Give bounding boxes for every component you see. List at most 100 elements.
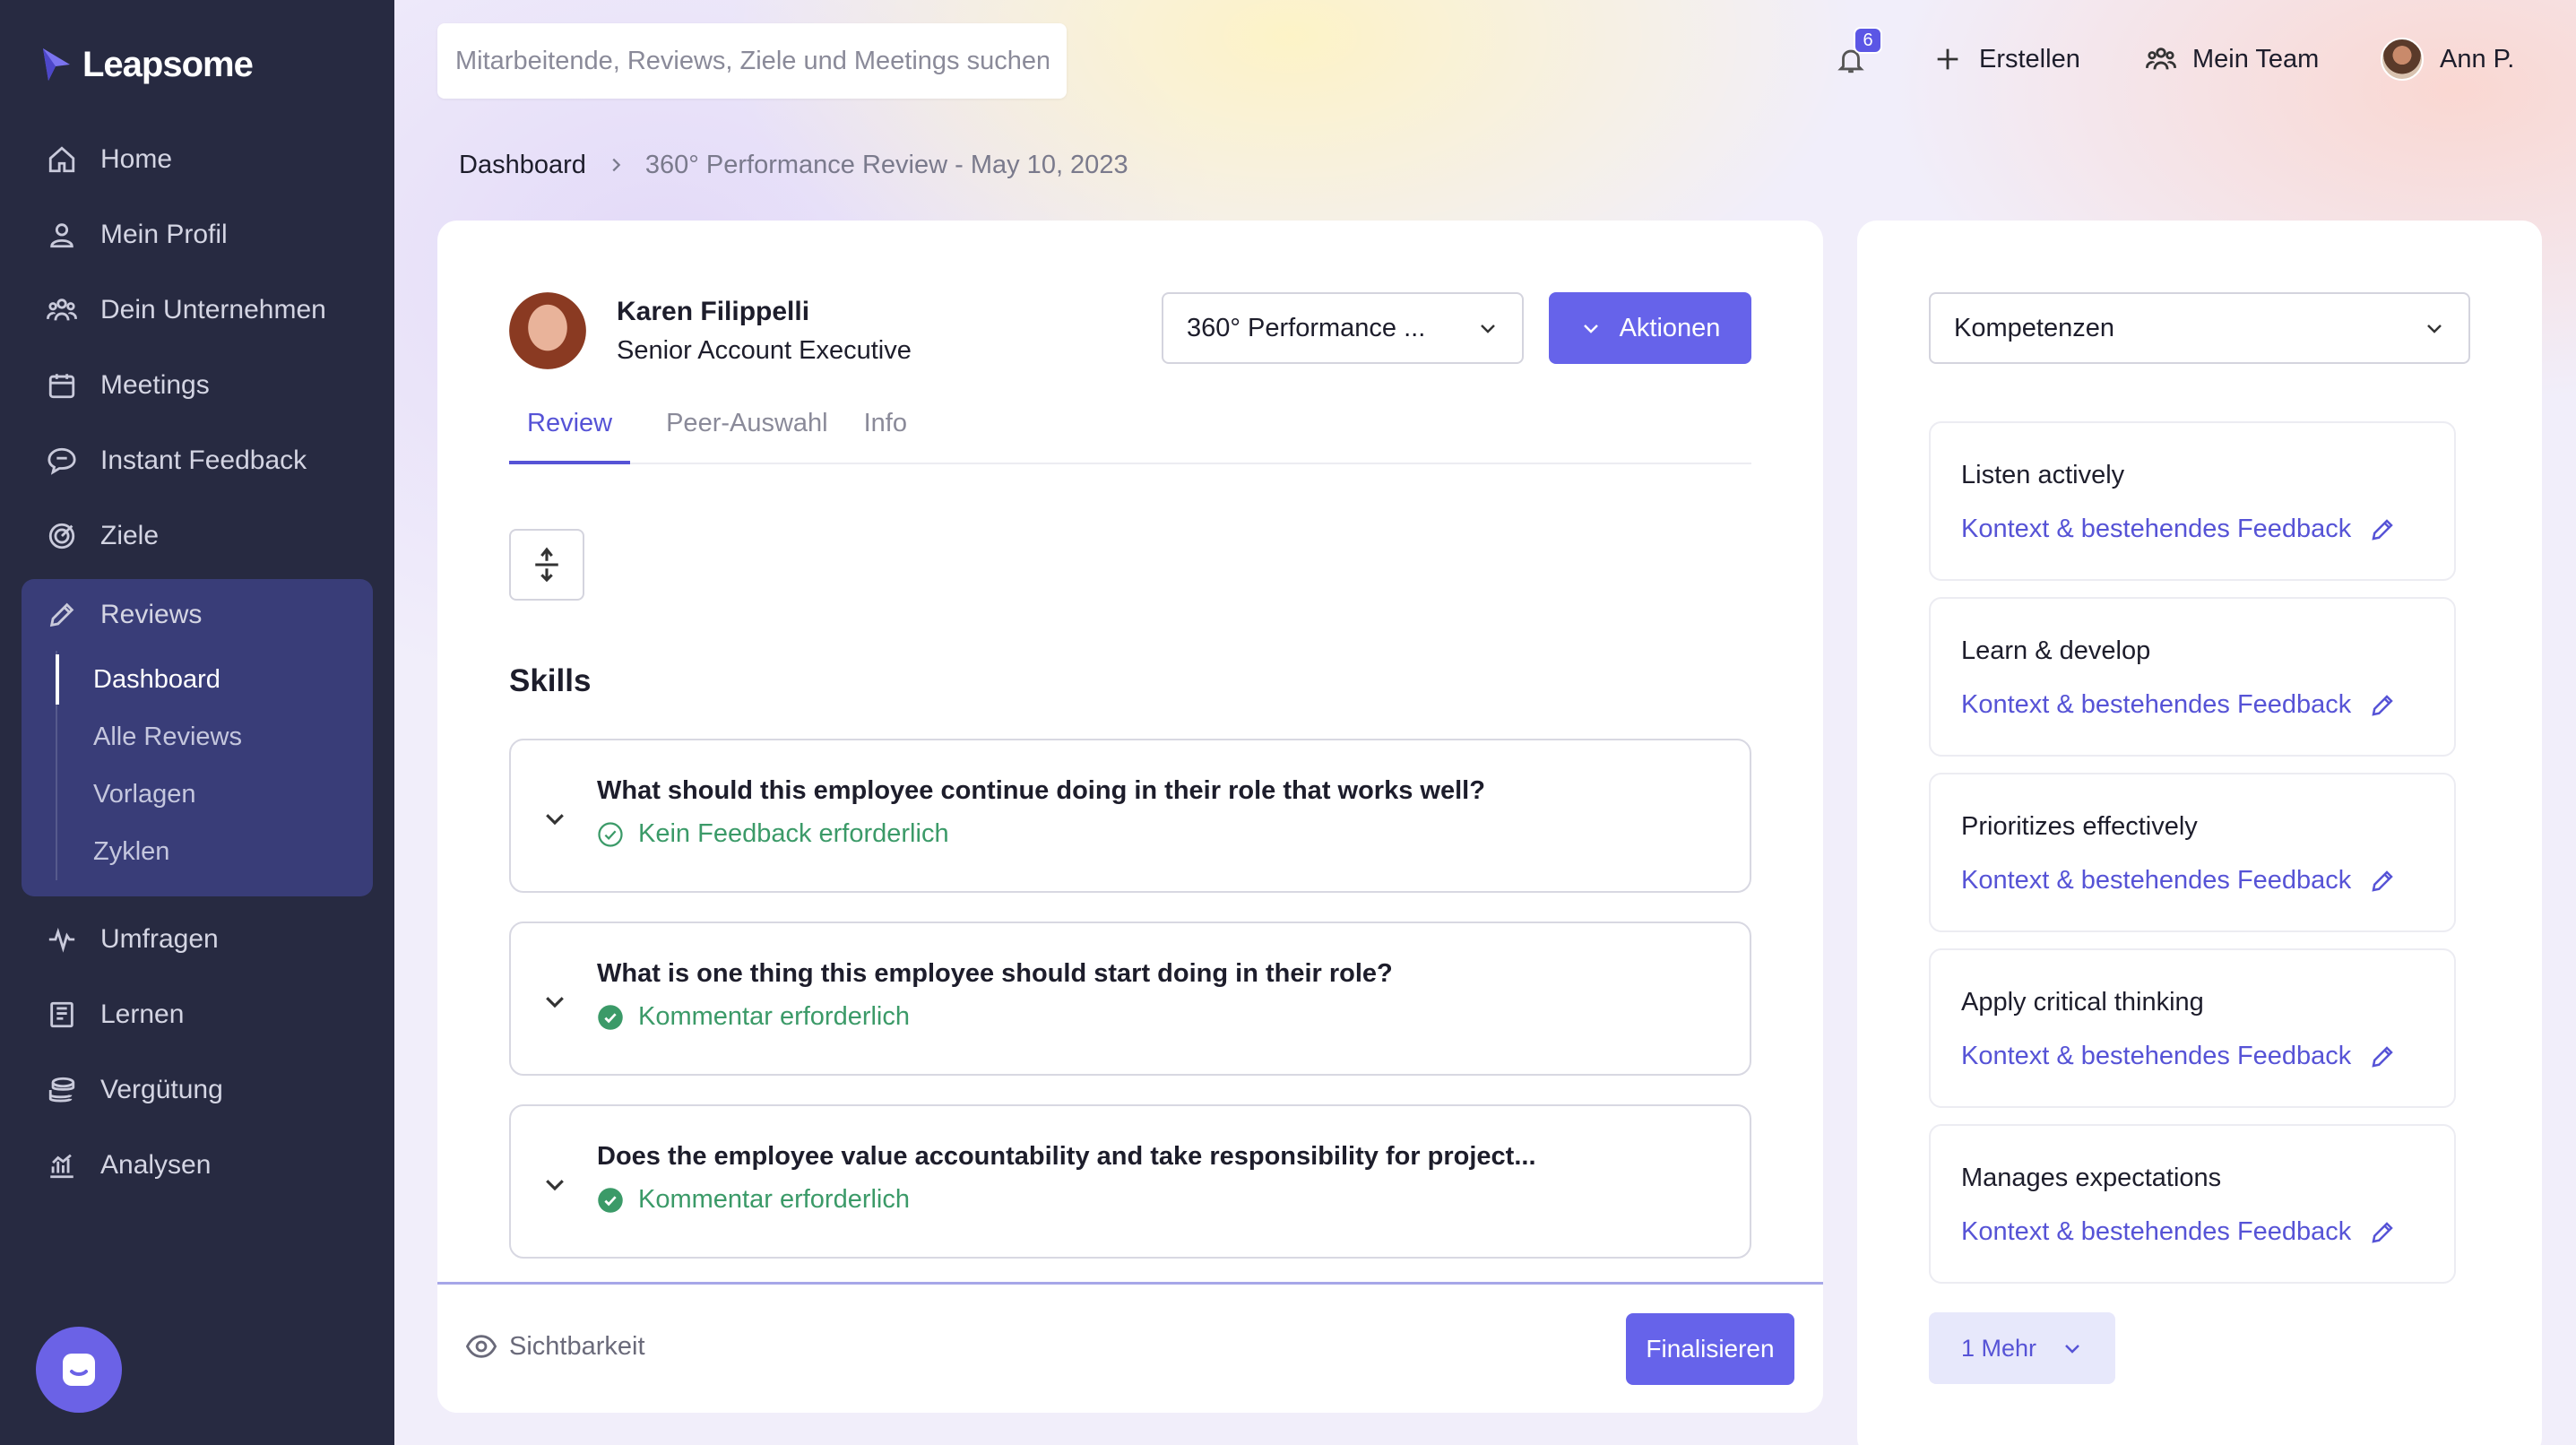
chevron-down-icon	[546, 997, 564, 1008]
competency-card: Prioritizes effectively Kontext & besteh…	[1929, 773, 2456, 932]
competency-context-link[interactable]: Kontext & bestehendes Feedback	[1961, 690, 2396, 720]
question-text: What is one thing this employee should s…	[597, 959, 1393, 988]
support-chat-button[interactable]	[36, 1327, 122, 1413]
chart-icon	[50, 1154, 73, 1179]
competency-card: Learn & develop Kontext & bestehendes Fe…	[1929, 597, 2456, 757]
home-icon	[48, 146, 75, 173]
nav-item-meetings[interactable]: Meetings	[22, 348, 373, 423]
nav-item-profile[interactable]: Mein Profil	[22, 197, 373, 273]
nav-item-label: Vergütung	[100, 1075, 223, 1104]
user-avatar	[2381, 38, 2424, 81]
expand-all-button[interactable]	[509, 529, 584, 601]
question-text: What should this employee continue doing…	[597, 776, 1485, 805]
competency-title: Listen actively	[1961, 461, 2125, 489]
user-name: Ann P.	[2440, 44, 2515, 74]
competency-link-label: Kontext & bestehendes Feedback	[1961, 866, 2352, 895]
show-more-button[interactable]: 1 Mehr	[1929, 1312, 2115, 1384]
tab-peer-selection[interactable]: Peer-Auswahl	[666, 405, 828, 464]
visibility-label: Sichtbarkeit	[509, 1331, 645, 1361]
reviews-subnav: Dashboard Alle Reviews Vorlagen Zyklen	[56, 651, 373, 880]
search-input[interactable]	[437, 23, 1067, 99]
tab-review[interactable]: Review	[509, 405, 631, 464]
nav-item-instant-feedback[interactable]: Instant Feedback	[22, 423, 373, 498]
chevron-down-icon	[1481, 324, 1495, 333]
user-icon	[50, 223, 73, 248]
reviewee-name: Karen Filippelli	[617, 296, 810, 326]
question-text: Does the employee value accountability a…	[597, 1142, 1536, 1171]
competencies-select[interactable]: Kompetenzen	[1929, 292, 2470, 364]
breadcrumb-current: 360° Performance Review - May 10, 2023	[644, 150, 1128, 179]
chat-icon	[48, 447, 76, 475]
my-team-button[interactable]: Mein Team	[2146, 36, 2319, 82]
question-status: Kommentar erforderlich	[597, 1002, 910, 1032]
competency-title: Apply critical thinking	[1961, 988, 2204, 1017]
brand-name: Leapsome	[82, 44, 254, 84]
chevron-down-icon	[1583, 324, 1598, 333]
review-footer: Sichtbarkeit Finalisieren	[437, 1282, 1823, 1413]
competency-context-link[interactable]: Kontext & bestehendes Feedback	[1961, 1217, 2396, 1247]
tab-info[interactable]: Info	[864, 405, 907, 464]
competency-title: Learn & develop	[1961, 636, 2151, 665]
finalize-button[interactable]: Finalisieren	[1626, 1313, 1794, 1385]
competency-link-label: Kontext & bestehendes Feedback	[1961, 1217, 2352, 1246]
reviewee-avatar	[509, 292, 586, 369]
competencies-panel: Kompetenzen Listen actively Kontext & be…	[1857, 221, 2542, 1445]
subnav-item-templates[interactable]: Vorlagen	[57, 766, 373, 823]
nav-item-home[interactable]: Home	[22, 122, 373, 197]
reviewee-role: Senior Account Executive	[617, 335, 912, 365]
reviewee: Karen Filippelli Senior Account Executiv…	[509, 292, 912, 369]
plus-icon	[1937, 48, 1958, 70]
brand-logo[interactable]: Leapsome	[39, 39, 254, 90]
nav-item-learning[interactable]: Lernen	[22, 977, 373, 1052]
create-label: Erstellen	[1979, 44, 2080, 74]
competency-context-link[interactable]: Kontext & bestehendes Feedback	[1961, 515, 2396, 544]
nav-item-goals[interactable]: Ziele	[22, 498, 373, 574]
visibility-button[interactable]: Sichtbarkeit	[466, 1331, 645, 1362]
notifications-button[interactable]: 6	[1836, 27, 1882, 79]
nav-item-label: Instant Feedback	[100, 446, 307, 475]
actions-button[interactable]: Aktionen	[1549, 292, 1751, 364]
nav-item-label: Dein Unternehmen	[100, 295, 326, 324]
nav-item-label: Lernen	[100, 999, 185, 1029]
pencil-icon	[2372, 870, 2394, 892]
nav-item-analytics[interactable]: Analysen	[22, 1128, 373, 1203]
competency-context-link[interactable]: Kontext & bestehendes Feedback	[1961, 866, 2396, 896]
section-title: Skills	[509, 663, 592, 698]
chevron-right-icon	[612, 158, 621, 172]
breadcrumb-dashboard[interactable]: Dashboard	[459, 151, 586, 180]
nav-item-label: Ziele	[100, 521, 160, 550]
nav-item-surveys[interactable]: Umfragen	[22, 902, 373, 977]
nav-item-company[interactable]: Dein Unternehmen	[22, 273, 373, 348]
review-tabs: Review Peer-Auswahl Info	[509, 405, 1751, 464]
pencil-icon	[2372, 1045, 2394, 1068]
pencil-icon	[2372, 694, 2394, 716]
competency-card: Apply critical thinking Kontext & besteh…	[1929, 948, 2456, 1108]
main-nav: Home Mein Profil Dein Unternehmen Meetin…	[22, 122, 373, 1203]
review-select[interactable]: 360° Performance ...	[1162, 292, 1524, 364]
nav-item-label: Home	[100, 144, 173, 174]
coins-icon	[48, 1077, 75, 1103]
pencil-icon	[2372, 1221, 2394, 1243]
breadcrumb: Dashboard 360° Performance Review - May …	[459, 147, 1128, 183]
team-icon	[2146, 48, 2176, 70]
competency-context-link[interactable]: Kontext & bestehendes Feedback	[1961, 1042, 2396, 1071]
competency-title: Prioritizes effectively	[1961, 812, 2198, 841]
reviews-group: Reviews Dashboard Alle Reviews Vorlagen …	[22, 579, 373, 896]
subnav-item-cycles[interactable]: Zyklen	[57, 823, 373, 880]
create-button[interactable]: Erstellen	[1932, 36, 2080, 82]
subnav-item-dashboard[interactable]: Dashboard	[56, 651, 373, 708]
question-status-text: Kommentar erforderlich	[638, 1185, 910, 1214]
book-icon	[50, 1001, 73, 1028]
nav-item-label: Reviews	[100, 600, 203, 629]
nav-item-compensation[interactable]: Vergütung	[22, 1052, 373, 1128]
subnav-item-all-reviews[interactable]: Alle Reviews	[57, 708, 373, 766]
main-area: 6 Erstellen Mein Team Ann P. Dashboard 3…	[394, 0, 2576, 1445]
question-item[interactable]: What should this employee continue doing…	[509, 739, 1751, 893]
nav-item-reviews[interactable]: Reviews	[22, 579, 373, 651]
notifications-badge: 6	[1854, 27, 1882, 54]
competency-link-label: Kontext & bestehendes Feedback	[1961, 515, 2352, 543]
question-item[interactable]: What is one thing this employee should s…	[509, 922, 1751, 1076]
question-item[interactable]: Does the employee value accountability a…	[509, 1104, 1751, 1259]
competency-card: Manages expectations Kontext & bestehend…	[1929, 1124, 2456, 1284]
user-menu[interactable]: Ann P.	[2381, 36, 2514, 82]
